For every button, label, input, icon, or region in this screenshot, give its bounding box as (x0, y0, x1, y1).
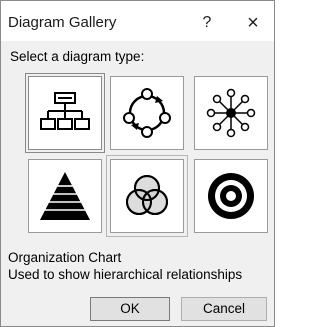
organization-chart-option[interactable] (25, 73, 105, 153)
radial-diagram-icon (206, 88, 256, 138)
venn-diagram-option[interactable] (106, 155, 188, 237)
radial-diagram-option[interactable] (194, 76, 268, 150)
ok-button[interactable]: OK (90, 297, 170, 321)
dialog-title: Diagram Gallery (8, 14, 117, 31)
pyramid-diagram-option[interactable] (28, 159, 102, 233)
select-diagram-prompt: Select a diagram type: (10, 49, 145, 64)
selected-diagram-description: Used to show hierarchical relationships (8, 267, 243, 282)
selected-diagram-name: Organization Chart (8, 250, 122, 265)
target-diagram-option[interactable] (194, 159, 268, 233)
cycle-diagram-option[interactable] (110, 76, 184, 150)
cycle-diagram-icon (123, 88, 171, 138)
organization-chart-icon (40, 92, 90, 130)
venn-diagram-icon (126, 175, 168, 215)
close-button[interactable]: × (240, 10, 266, 36)
pyramid-diagram-icon (40, 172, 90, 220)
diagram-gallery-dialog: Diagram Gallery ? × Select a diagram typ… (0, 0, 275, 327)
title-bar: Diagram Gallery ? × (1, 1, 274, 41)
cancel-button[interactable]: Cancel (181, 297, 267, 321)
help-button[interactable]: ? (197, 13, 217, 33)
target-diagram-icon (208, 173, 254, 219)
